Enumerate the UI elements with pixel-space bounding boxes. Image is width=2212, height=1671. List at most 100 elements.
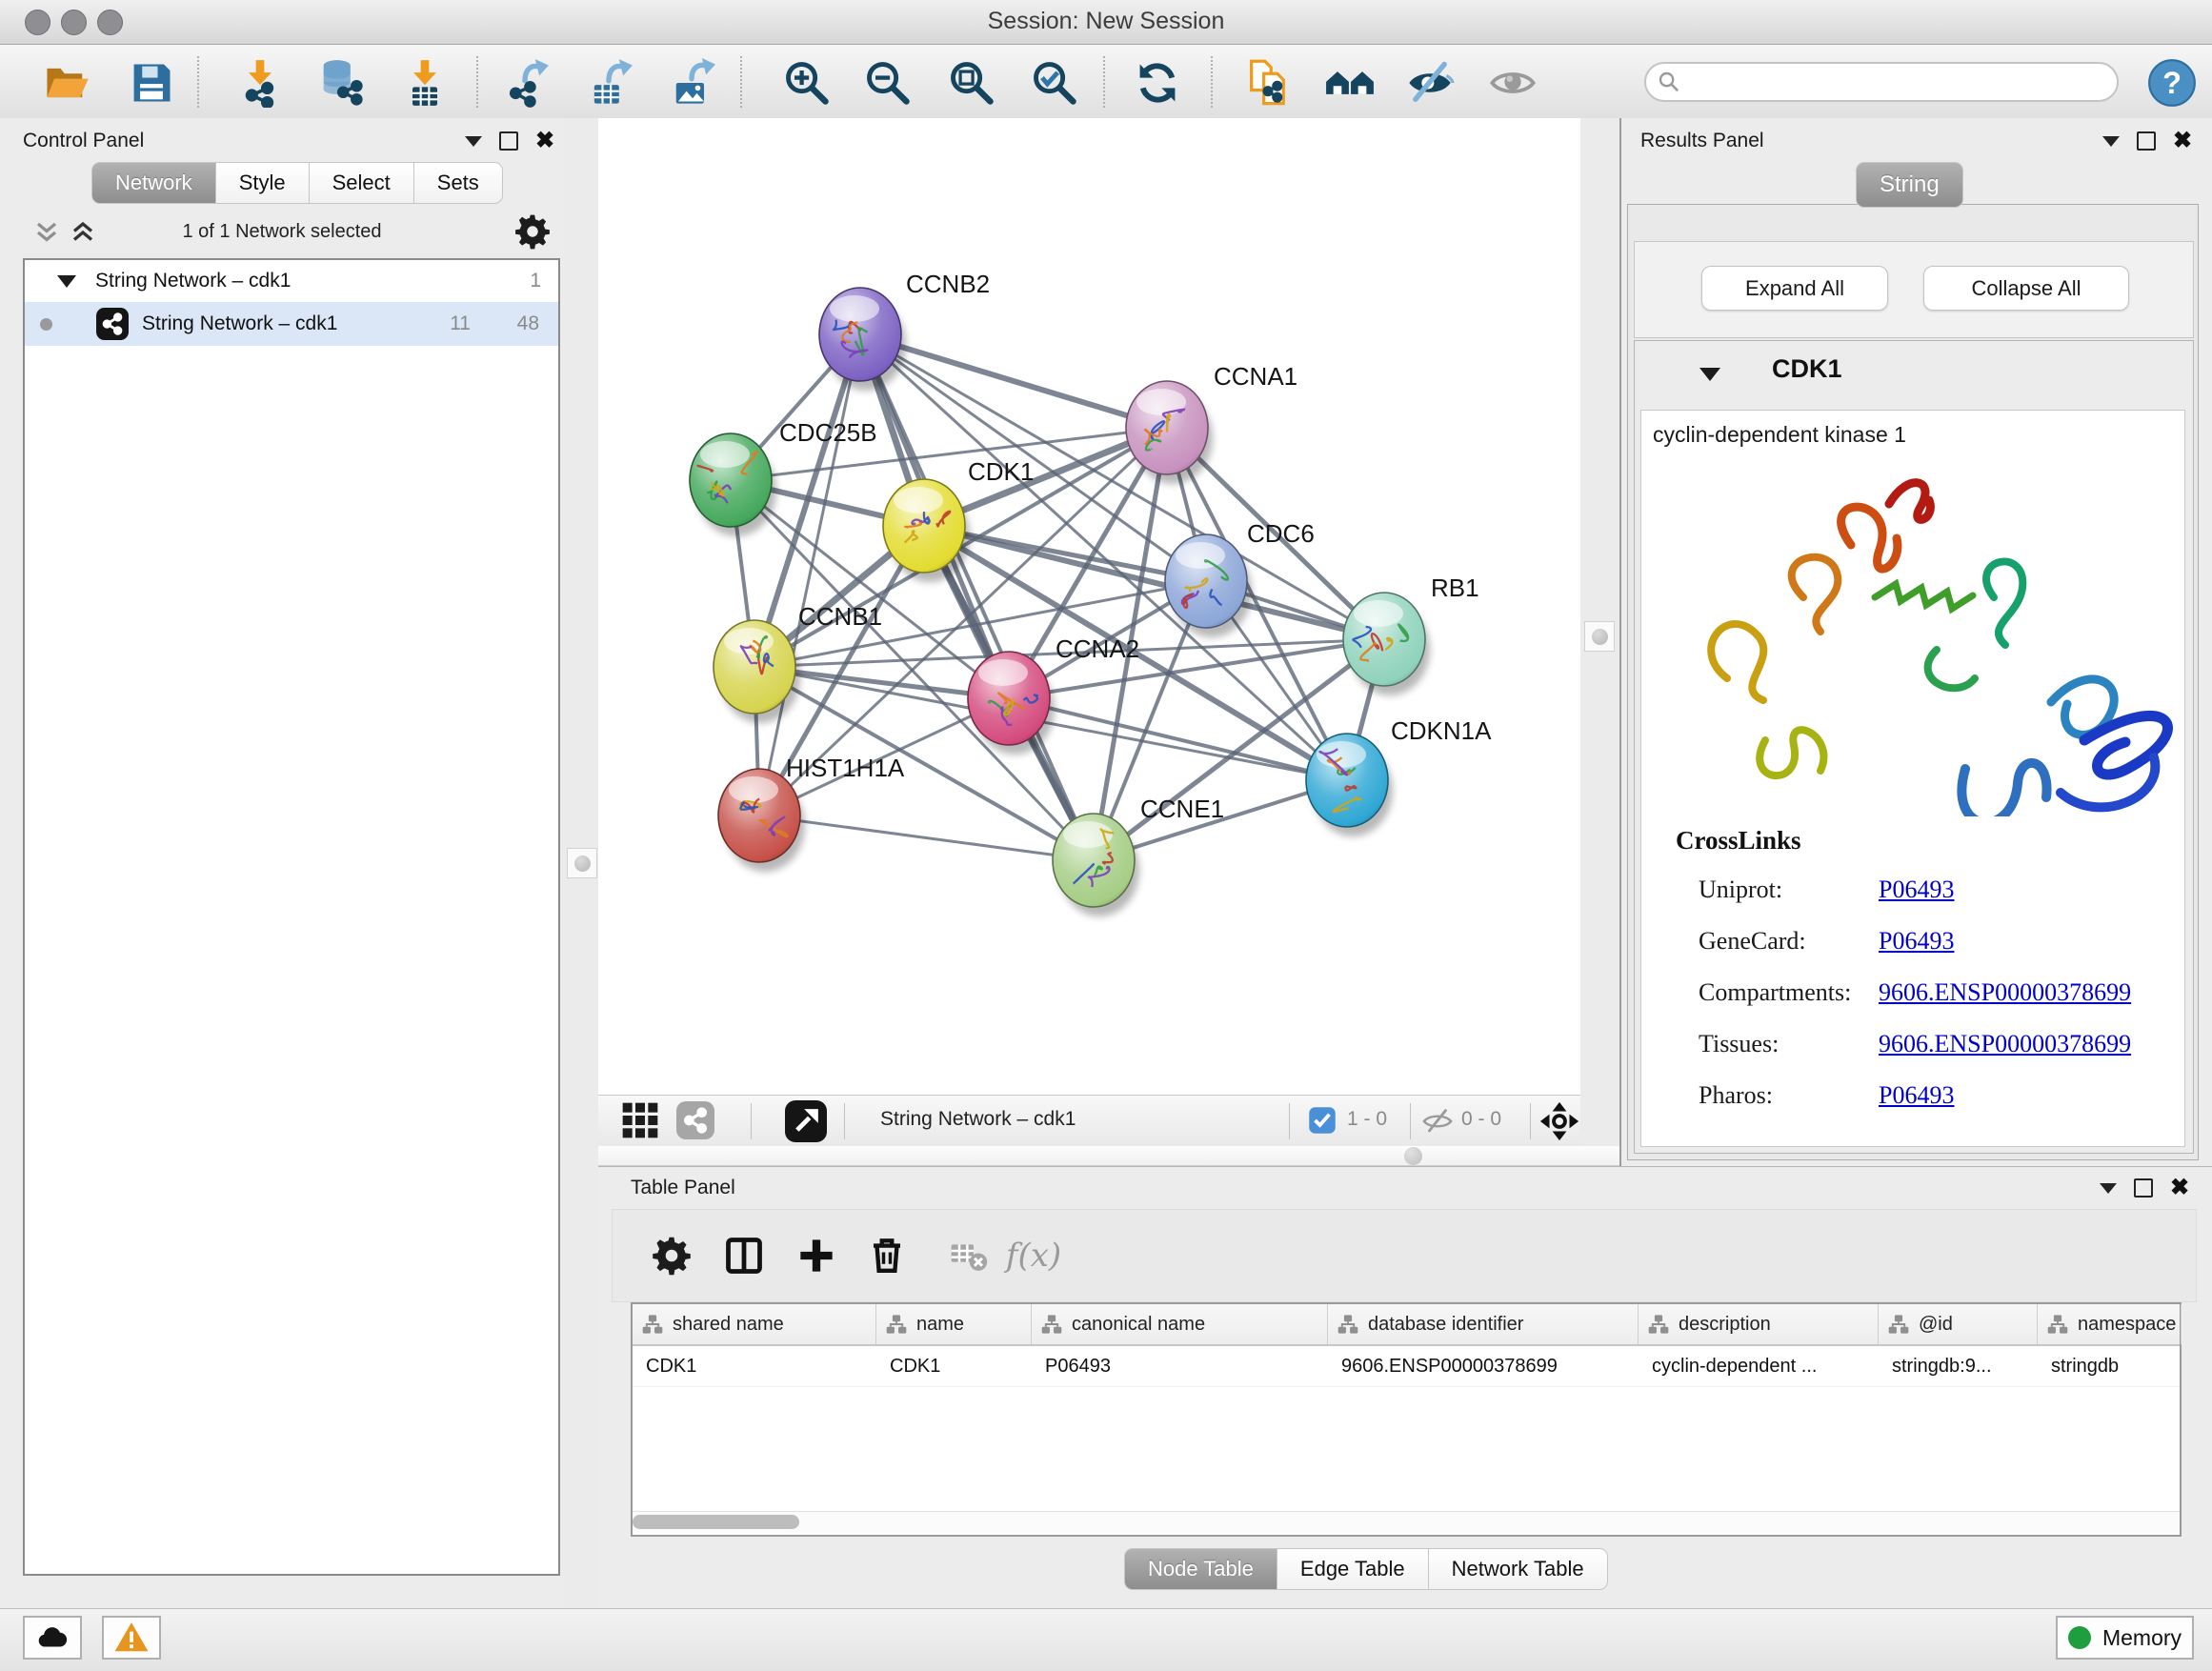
- tab-select[interactable]: Select: [310, 162, 414, 204]
- crosslink-label: Uniprot:: [1699, 876, 1782, 904]
- column-header-label: @id: [1919, 1314, 1953, 1336]
- table-cell[interactable]: stringdb:9...: [1879, 1346, 2038, 1386]
- results-panel-menu-icon[interactable]: [2102, 136, 2120, 147]
- network-collection-row[interactable]: String Network – cdk1 1: [25, 260, 558, 302]
- column-header-shared-name[interactable]: shared name: [633, 1304, 876, 1344]
- table-cell[interactable]: stringdb: [2038, 1346, 2182, 1386]
- export-network-button[interactable]: [498, 56, 552, 110]
- network-view-share-icon[interactable]: [676, 1101, 716, 1141]
- network-node-CDK1[interactable]: [883, 479, 970, 582]
- export-table-button[interactable]: [582, 56, 635, 110]
- node-table[interactable]: shared namenamecanonical namedatabase id…: [631, 1302, 2182, 1537]
- network-node-CCNA2[interactable]: [968, 652, 1055, 755]
- scrollbar-thumb[interactable]: [633, 1515, 799, 1529]
- crosslink-link[interactable]: 9606.ENSP00000378699: [1879, 978, 2131, 1007]
- zoom-selected-button[interactable]: [1028, 56, 1081, 110]
- import-table-from-file-button[interactable]: [398, 56, 452, 110]
- search-input[interactable]: [1680, 70, 2094, 94]
- collapse-all-button[interactable]: Collapse All: [1923, 266, 2129, 311]
- help-button[interactable]: ?: [2145, 56, 2199, 110]
- network-node-CDKN1A[interactable]: [1306, 734, 1393, 836]
- column-header-@id[interactable]: @id: [1879, 1304, 2038, 1344]
- add-column-icon[interactable]: [792, 1231, 841, 1280]
- network-node-CCNA1[interactable]: [1126, 381, 1213, 484]
- crosslink-link[interactable]: 9606.ENSP00000378699: [1879, 1030, 2131, 1058]
- column-header-description[interactable]: description: [1639, 1304, 1879, 1344]
- table-cell[interactable]: cyclin-dependent ...: [1639, 1346, 1879, 1386]
- tab-sets[interactable]: Sets: [414, 162, 503, 204]
- control-panel-float-icon[interactable]: [499, 131, 518, 151]
- network-node-CCNE1[interactable]: [1053, 814, 1139, 916]
- open-session-button[interactable]: [40, 56, 93, 110]
- collection-expand-icon[interactable]: [57, 275, 76, 288]
- table-toolbar: f(x): [612, 1209, 2197, 1302]
- hide-selected-icon-button[interactable]: [1403, 56, 1457, 110]
- network-node-CCNB2[interactable]: [819, 288, 906, 391]
- detach-view-icon[interactable]: [785, 1100, 827, 1142]
- table-cell[interactable]: P06493: [1032, 1346, 1328, 1386]
- zoom-fit-content-button[interactable]: [945, 56, 998, 110]
- left-splitter[interactable]: [564, 118, 598, 1608]
- first-neighbors-button[interactable]: [1323, 56, 1377, 110]
- search-field[interactable]: [1644, 62, 2119, 102]
- birdseye-crosshair-icon[interactable]: [1539, 1101, 1579, 1141]
- memory-button[interactable]: Memory: [2056, 1616, 2194, 1660]
- warnings-button[interactable]: [102, 1616, 161, 1660]
- network-options-gear-icon[interactable]: [514, 213, 553, 252]
- network-graph[interactable]: CCNB2CCNA1CDC25BCDK1CDC6RB1CCNB1CCNA2CDK…: [598, 118, 1580, 1095]
- network-edge[interactable]: [860, 334, 1167, 428]
- zoom-out-button[interactable]: [861, 56, 915, 110]
- network-edge[interactable]: [759, 334, 860, 815]
- column-header-database-identifier[interactable]: database identifier: [1328, 1304, 1639, 1344]
- network-node-CDC6[interactable]: [1165, 534, 1252, 637]
- selected-checkbox-icon[interactable]: [1308, 1106, 1337, 1135]
- table-cell[interactable]: CDK1: [876, 1346, 1032, 1386]
- show-all-icon-button[interactable]: [1486, 56, 1539, 110]
- tab-node-table[interactable]: Node Table: [1124, 1548, 1277, 1590]
- right-splitter[interactable]: [1580, 118, 1619, 1166]
- crosslink-link[interactable]: P06493: [1879, 1081, 1954, 1110]
- import-network-from-database-button[interactable]: [313, 56, 367, 110]
- tab-edge-table[interactable]: Edge Table: [1277, 1548, 1429, 1590]
- delete-column-icon[interactable]: [862, 1231, 912, 1280]
- export-image-button[interactable]: [665, 56, 718, 110]
- expand-all-button[interactable]: Expand All: [1701, 266, 1888, 311]
- table-panel-menu-icon[interactable]: [2100, 1183, 2117, 1194]
- table-cell[interactable]: 9606.ENSP00000378699: [1328, 1346, 1639, 1386]
- grid-view-icon[interactable]: [621, 1101, 661, 1141]
- column-header-namespace[interactable]: namespace: [2038, 1304, 2182, 1344]
- crosslink-link[interactable]: P06493: [1879, 927, 1954, 956]
- results-panel-float-icon[interactable]: [2137, 131, 2156, 151]
- tab-network[interactable]: Network: [91, 162, 216, 204]
- table-horizontal-scrollbar[interactable]: [633, 1511, 2180, 1533]
- table-row[interactable]: CDK1CDK1P064939606.ENSP00000378699cyclin…: [633, 1346, 2180, 1387]
- tab-string[interactable]: String: [1856, 162, 1963, 208]
- crosslink-link[interactable]: P06493: [1879, 876, 1954, 904]
- table-panel-float-icon[interactable]: [2134, 1178, 2153, 1198]
- table-cell[interactable]: CDK1: [633, 1346, 876, 1386]
- column-header-canonical-name[interactable]: canonical name: [1032, 1304, 1328, 1344]
- network-row-selected[interactable]: String Network – cdk1 11 48: [25, 302, 558, 346]
- show-columns-icon[interactable]: [719, 1231, 769, 1280]
- network-node-RB1[interactable]: [1343, 593, 1430, 695]
- cloud-button[interactable]: [23, 1616, 82, 1660]
- refresh-view-button[interactable]: [1131, 56, 1184, 110]
- gene-collapse-icon[interactable]: [1699, 368, 1720, 381]
- tab-style[interactable]: Style: [216, 162, 310, 204]
- import-network-from-file-button[interactable]: [233, 56, 287, 110]
- network-canvas[interactable]: CCNB2CCNA1CDC25BCDK1CDC6RB1CCNB1CCNA2CDK…: [598, 118, 1580, 1095]
- network-node-CDC25B[interactable]: [690, 433, 776, 536]
- new-network-from-selection-button[interactable]: [1241, 56, 1295, 110]
- control-panel-menu-icon[interactable]: [465, 136, 482, 147]
- table-gear-icon[interactable]: [647, 1231, 696, 1280]
- save-session-button[interactable]: [125, 56, 178, 110]
- results-panel-close-icon[interactable]: ✖: [2173, 133, 2192, 149]
- network-edge[interactable]: [759, 815, 1094, 860]
- zoom-in-button[interactable]: [780, 56, 834, 110]
- control-panel-close-icon[interactable]: ✖: [535, 133, 554, 149]
- table-panel-close-icon[interactable]: ✖: [2170, 1180, 2189, 1196]
- hidden-eye-slash-icon[interactable]: [1421, 1105, 1456, 1137]
- cloud-icon: [34, 1620, 70, 1656]
- tab-network-table[interactable]: Network Table: [1429, 1548, 1608, 1590]
- column-header-name[interactable]: name: [876, 1304, 1032, 1344]
